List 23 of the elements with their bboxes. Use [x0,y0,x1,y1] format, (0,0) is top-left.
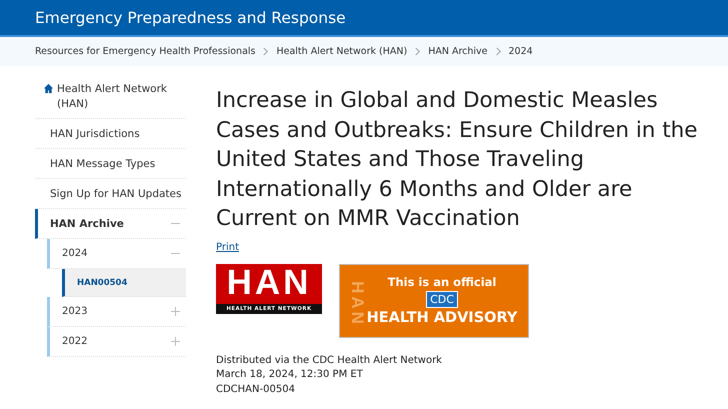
meta-line: Distributed via the CDC Health Alert Network [216,354,443,368]
sidebar-home-link[interactable]: Health Alert Network (HAN) [35,80,186,119]
sidebar-subitem[interactable]: HAN00504 [62,269,186,297]
chevron-icon [494,47,503,56]
meta-line: CDCHAN-00504 [216,382,296,396]
sidebar-item[interactable]: HAN Message Types [35,149,186,179]
meta-line: March 18, 2024, 12:30 PM ET [216,368,364,382]
article-title: Increase in Global and Domestic Measles Cases and Outbreaks: Ensure Children in the United States and Those Traveling Internationally 6 Months and Older are Current on MMR Vaccination [216,87,699,233]
breadcrumb-link[interactable]: Health Alert Network (HAN) [276,46,408,57]
home-icon [43,83,54,94]
sidebar-item[interactable]: HAN Archive [35,209,186,239]
sidebar-subitem[interactable]: 2023 [47,297,186,327]
expand-icon[interactable] [171,337,180,346]
expand-icon[interactable] [171,307,180,316]
breadcrumb-link[interactable]: Resources for Emergency Health Professionals [35,46,256,57]
print-link[interactable]: Print [216,242,240,252]
sidebar-item[interactable]: Sign Up for HAN Updates [35,179,186,209]
breadcrumb-link[interactable]: 2024 [508,46,533,57]
chevron-icon [261,47,270,56]
chevron-icon [413,47,422,56]
sidebar-item[interactable]: HAN Jurisdictions [35,119,186,149]
sidebar-subitem[interactable]: 2022 [47,327,186,357]
breadcrumb-link[interactable]: HAN Archive [428,46,488,57]
